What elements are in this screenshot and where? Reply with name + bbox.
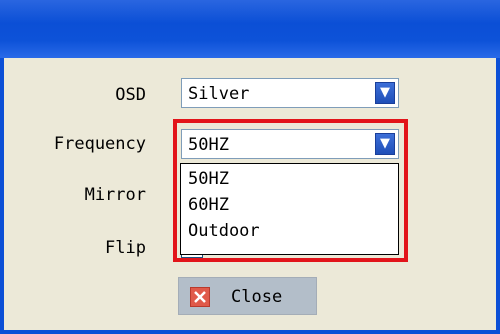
highlight-box: [173, 119, 408, 262]
osd-select-value: Silver: [188, 84, 250, 104]
close-button[interactable]: Close: [178, 277, 317, 315]
settings-dialog: OSD Silver ▼ Frequency 50HZ ▼ Mirror Fli…: [0, 0, 500, 334]
close-icon: [190, 287, 210, 307]
close-button-label: Close: [231, 287, 283, 307]
frequency-label: Frequency: [53, 134, 146, 154]
mirror-label: Mirror: [84, 185, 146, 205]
osd-select[interactable]: Silver ▼: [181, 78, 399, 108]
title-bar[interactable]: [0, 0, 500, 58]
window-frame-right: [496, 58, 500, 334]
window-frame-bottom: [0, 330, 500, 334]
window-frame-left: [0, 58, 4, 334]
chevron-down-icon[interactable]: ▼: [375, 82, 395, 104]
osd-label: OSD: [115, 85, 146, 105]
flip-label: Flip: [105, 238, 146, 258]
